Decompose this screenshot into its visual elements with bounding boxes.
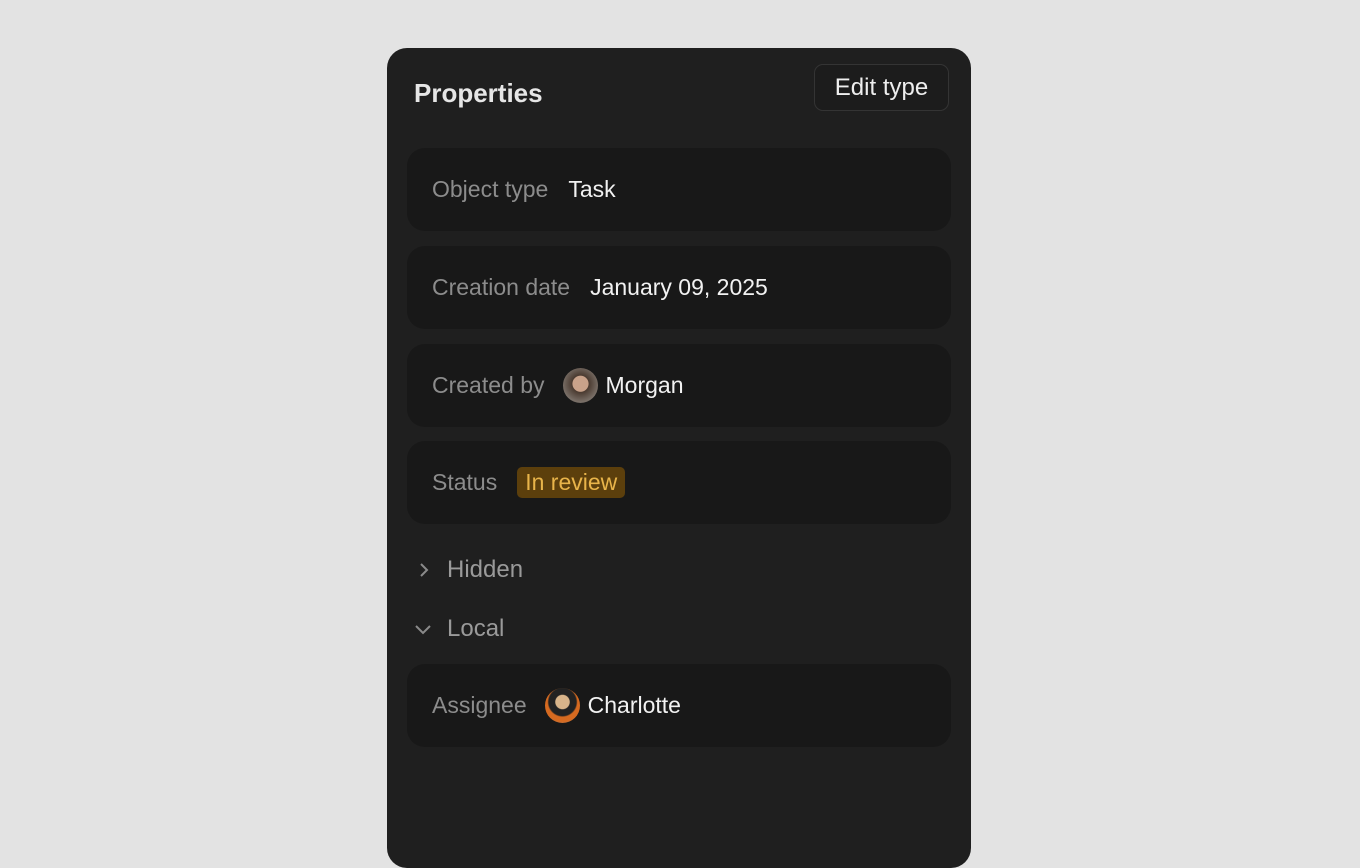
section-label: Local — [447, 615, 505, 642]
chevron-right-icon — [420, 563, 429, 577]
property-row-created-by[interactable]: Created by Morgan — [407, 344, 951, 427]
avatar-morgan — [562, 368, 598, 403]
property-value: January 09, 2025 — [590, 274, 768, 300]
property-value: Morgan — [605, 372, 684, 398]
property-row-status[interactable]: Status In review — [407, 441, 951, 524]
section-label: Hidden — [447, 556, 524, 583]
section-local-toggle[interactable]: Local — [413, 615, 504, 643]
chevron-down-icon — [415, 625, 431, 635]
property-label: Created by — [432, 372, 545, 398]
section-hidden-toggle[interactable]: Hidden — [415, 556, 523, 584]
property-label: Object type — [432, 176, 549, 202]
property-row-assignee[interactable]: Assignee Charlotte — [407, 664, 951, 747]
edit-type-button[interactable]: Edit type — [814, 64, 949, 111]
panel-title: Properties — [414, 78, 543, 108]
property-label: Status — [432, 469, 498, 495]
property-label: Assignee — [432, 692, 527, 718]
property-value: Task — [568, 176, 616, 202]
properties-panel: Properties Edit type Object type Task Cr… — [387, 48, 971, 868]
status-badge[interactable]: In review — [517, 467, 626, 498]
property-row-object-type[interactable]: Object type Task — [407, 148, 951, 231]
property-label: Creation date — [432, 274, 571, 300]
property-value: Charlotte — [587, 692, 681, 718]
avatar-charlotte — [544, 688, 580, 723]
property-row-creation-date[interactable]: Creation date January 09, 2025 — [407, 246, 951, 329]
